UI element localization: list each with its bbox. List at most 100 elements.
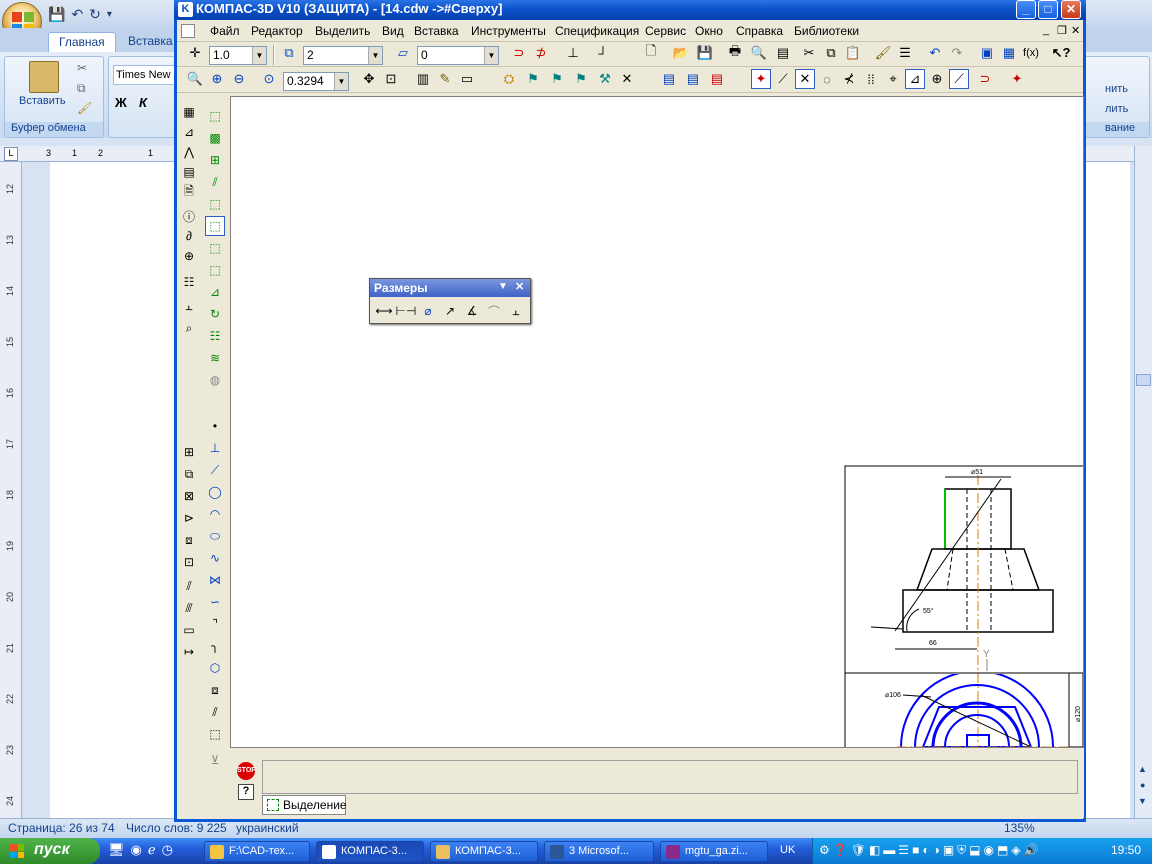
tab-selector-icon[interactable]: L [4,147,18,161]
manager-icon[interactable]: ▣ [977,43,997,63]
tool-icon[interactable]: ⬚ [205,238,225,258]
chamfer-icon[interactable]: ⌝ [205,614,225,634]
tray-icon[interactable]: ⬒ [997,843,1008,858]
spline-icon[interactable]: ∿ [205,548,225,568]
tool-icon[interactable]: ⧉ [179,464,199,484]
attribute-icon[interactable]: ⚑ [523,69,543,89]
tray-icon[interactable]: ❓ [833,843,848,858]
snap-middle-icon[interactable]: ⊿ [905,69,925,89]
minimize-button[interactable]: _ [1016,0,1036,19]
menu-libraries[interactable]: Библиотеки [794,24,859,38]
step-combo[interactable]: 1.0 ▼ [209,46,267,65]
redo-icon[interactable]: ↻ [89,6,101,23]
dimensions-tab-icon[interactable]: ⊿ [179,122,199,142]
menu-specification[interactable]: Спецификация [555,24,639,38]
hatch-icon[interactable]: ⫽ [205,702,225,722]
layers-3-icon[interactable]: ▤ [707,69,727,89]
cut-icon[interactable]: ✂ [799,43,819,63]
parametrization-tab-icon[interactable]: 🗎 [179,182,199,202]
italic-button[interactable]: К [139,95,147,110]
tool-icon[interactable]: ≋ [205,348,225,368]
reports-tab-icon[interactable]: ☷ [179,272,199,292]
point-icon[interactable]: • [205,416,225,436]
print-icon[interactable]: 🖶 [725,43,745,63]
stop-icon[interactable]: STOP [237,762,256,780]
layers-2-icon[interactable]: ▤ [683,69,703,89]
height-mark-icon[interactable]: ⫠ [506,301,526,321]
chevron-down-icon[interactable]: ▼ [334,73,348,90]
chevron-down-icon[interactable]: ▼ [252,47,266,64]
status-zoom[interactable]: 135% [1004,821,1035,835]
diameter-dimension-icon[interactable]: ⌀ [418,301,438,321]
auto-dimension-icon[interactable]: ⟷ [374,301,394,321]
new-file-icon[interactable]: 🗋 [641,43,661,63]
zoom-out-icon[interactable]: ⊖ [229,69,249,89]
tray-icon[interactable]: ▣ [943,843,954,858]
menu-window[interactable]: Окно [695,24,723,38]
menu-view[interactable]: Вид [382,24,404,38]
tray-icon[interactable]: ■ [912,843,919,858]
language-indicator[interactable]: UK [780,844,795,856]
snap-nearest-icon[interactable]: ⟋ [773,69,793,89]
kompas-app-icon[interactable]: K [178,2,193,17]
tool-icon[interactable]: ⊞ [179,442,199,462]
snap-angle-icon[interactable]: ⌖ [883,69,903,89]
polyline-icon[interactable]: ⋈ [205,570,225,590]
aux-line-icon[interactable]: ⊥ [205,438,225,458]
display-icon[interactable]: ▭ [457,69,477,89]
style-icon[interactable]: ▱ [393,43,413,63]
magnet-icon[interactable]: ⊃ [975,69,995,89]
rectangle-icon[interactable]: ⧈ [205,680,225,700]
status-words[interactable]: Число слов: 9 225 [126,821,227,835]
browse-object-icon[interactable]: ● [1140,780,1145,790]
kompas-title-bar[interactable]: K КОМПАС-3D V10 (ЗАЩИТА) - [14.cdw ->#Св… [174,0,1086,20]
tool-icon[interactable]: ⬚ [205,194,225,214]
paste-icon[interactable]: 📋 [843,43,863,63]
menu-select[interactable]: Выделить [315,24,370,38]
tools-icon[interactable]: ✕ [617,69,637,89]
undo-icon[interactable]: ↶ [71,6,83,23]
tray-icon[interactable]: ◐ [922,843,929,858]
tray-icon[interactable]: 🛡 [851,843,866,858]
doc-close-icon[interactable]: ✕ [1071,24,1080,37]
prev-page-icon[interactable]: ▲ [1138,764,1147,774]
snap-line-icon[interactable]: ⟋ [949,69,969,89]
contour-icon[interactable]: ⬚ [205,724,225,744]
dimensions-panel-header[interactable]: Размеры ▼ ✕ [370,279,530,297]
snap-point-icon[interactable]: ✦ [751,69,771,89]
snap-grid-icon[interactable]: ⁞⁞ [861,69,881,89]
tray-icon[interactable]: ◉ [984,843,994,858]
refresh-icon[interactable]: ▥ [413,69,433,89]
layer-combo[interactable]: 2 ▼ [303,46,383,65]
snap-step-icon[interactable]: ✛ [185,43,205,63]
fx-icon[interactable]: f(x) [1021,43,1041,63]
chevron-down-icon[interactable]: ▼ [484,47,498,64]
cut-icon[interactable]: ✂ [77,61,87,75]
arc-dimension-icon[interactable]: ⌒ [484,301,504,321]
dimensions-panel[interactable]: Размеры ▼ ✕ ⟷ ⊢⊣ ⌀ ↗ ∡ ⌒ ⫠ [369,278,531,324]
tool-icon[interactable]: ⧈ [179,530,199,550]
task-folder[interactable]: F:\CAD-тех... [204,841,310,862]
insert-tab-icon[interactable]: ⫠ [179,296,199,316]
menu-editor[interactable]: Редактор [251,24,303,38]
tray-icon[interactable]: ◈ [1011,843,1020,858]
menu-insert[interactable]: Вставка [414,24,459,38]
document-icon[interactable] [181,24,195,38]
status-page[interactable]: Страница: 26 из 74 [8,821,115,835]
properties-bar[interactable] [262,760,1078,794]
help-icon[interactable]: ? [238,784,254,800]
tray-icon[interactable]: ⛨ [957,843,966,858]
local-cs-icon[interactable]: ⊥ [563,43,583,63]
tool-icon[interactable]: ⊠ [179,486,199,506]
tool-icon[interactable]: ↻ [205,304,225,324]
tool-icon[interactable]: ⊳ [179,508,199,528]
spec-tab-icon[interactable]: ⊕ [179,246,199,266]
tool-icon[interactable]: ⬚ [205,260,225,280]
copy-icon[interactable]: ⧉ [821,43,841,63]
curve-icon[interactable]: ∽ [205,592,225,612]
tray-icon[interactable]: ⚙ [819,843,830,858]
menu-file[interactable]: Файл [210,24,240,38]
selection-tab[interactable]: Выделение [262,795,347,815]
help-cursor-icon[interactable]: ↖? [1051,43,1071,63]
preview-icon[interactable]: 🔍 [749,43,769,63]
